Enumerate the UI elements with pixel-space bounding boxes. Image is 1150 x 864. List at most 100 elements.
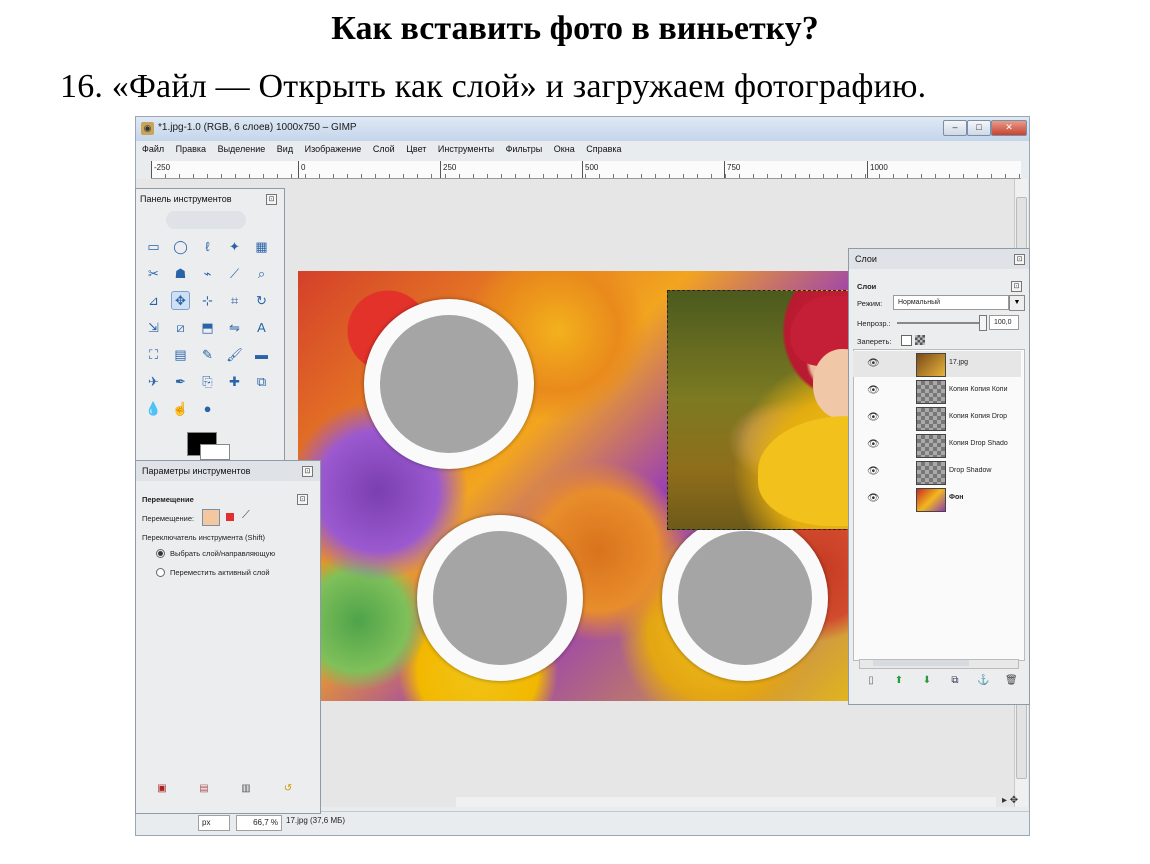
close-button[interactable]: ✕ — [991, 120, 1027, 136]
dodge-burn-icon[interactable]: ● — [198, 399, 217, 418]
toolbox-close-icon[interactable]: ⊡ — [266, 194, 277, 205]
color-picker-icon[interactable]: ⟋ — [225, 264, 244, 283]
menu-filters[interactable]: Фильтры — [506, 144, 543, 154]
layer-row[interactable]: 👁 Drop Shadow — [853, 459, 1021, 485]
unit-select[interactable]: px — [198, 815, 230, 831]
ellipse-select-icon[interactable]: ◯ — [171, 237, 190, 256]
rect-select-icon[interactable]: ▭ — [144, 237, 163, 256]
move-icon[interactable]: ✥ — [171, 291, 190, 310]
opacity-value-input[interactable]: 100,0 — [989, 315, 1019, 330]
opacity-slider-handle[interactable] — [979, 315, 987, 331]
bucket-fill-icon[interactable]: ⛶ — [144, 345, 163, 364]
horizontal-scrollbar[interactable] — [456, 797, 996, 807]
pencil-icon[interactable]: ✎ — [198, 345, 217, 364]
menu-file[interactable]: Файл — [142, 144, 164, 154]
mode-dropdown-icon[interactable]: ▼ — [1009, 295, 1025, 311]
raise-layer-icon[interactable]: ⬆ — [893, 675, 905, 687]
layers-menu-icon[interactable]: ⊡ — [1011, 281, 1022, 292]
blur-icon[interactable]: 💧 — [144, 399, 163, 418]
image-canvas[interactable] — [298, 271, 848, 701]
delete-layer-icon[interactable]: 🗑 — [1005, 675, 1018, 687]
align-icon[interactable]: ⊹ — [198, 291, 217, 310]
heal-icon[interactable]: ✚ — [225, 372, 244, 391]
menu-view[interactable]: Вид — [277, 144, 293, 154]
layer-row[interactable]: 👁 Копия Копия Копи — [853, 378, 1021, 404]
zoom-select[interactable]: 66,7 % — [236, 815, 282, 831]
airbrush-icon[interactable]: ✈ — [144, 372, 163, 391]
lasso-icon[interactable]: ℓ — [198, 237, 217, 256]
move-layer-icon[interactable] — [202, 509, 220, 526]
visibility-eye-icon[interactable]: 👁 — [867, 466, 880, 477]
menu-tools[interactable]: Инструменты — [438, 144, 494, 154]
paintbrush-icon[interactable]: 🖌 — [225, 345, 244, 364]
move-selection-icon[interactable] — [226, 513, 234, 521]
measure-icon[interactable]: ⊿ — [144, 291, 163, 310]
reset-options-icon[interactable]: ↺ — [282, 783, 294, 795]
ink-icon[interactable]: ✒ — [171, 372, 190, 391]
mode-select[interactable]: Нормальный — [893, 295, 1009, 310]
radio-move-active[interactable] — [156, 568, 165, 577]
lock-pixels-checkbox[interactable] — [901, 335, 912, 346]
shear-icon[interactable]: ⧄ — [171, 318, 190, 337]
layer-row[interactable]: 👁 Фон — [853, 486, 1021, 512]
crop-icon[interactable]: ⌗ — [225, 291, 244, 310]
menu-edit[interactable]: Правка — [176, 144, 206, 154]
visibility-eye-icon[interactable]: 👁 — [867, 385, 880, 396]
menu-windows[interactable]: Окна — [554, 144, 575, 154]
visibility-eye-icon[interactable]: 👁 — [867, 439, 880, 450]
ruler-tick — [440, 161, 441, 178]
lock-alpha-icon[interactable] — [915, 335, 925, 345]
fuzzy-select-icon[interactable]: ✦ — [225, 237, 244, 256]
delete-options-icon[interactable]: ▥ — [240, 783, 252, 795]
duplicate-layer-icon[interactable]: ⧉ — [949, 675, 961, 687]
menu-help[interactable]: Справка — [586, 144, 621, 154]
rotate-icon[interactable]: ↻ — [252, 291, 271, 310]
visibility-eye-icon[interactable]: 👁 — [867, 358, 880, 369]
text-icon[interactable]: A — [252, 318, 271, 337]
tool-options-close-icon[interactable]: ⊡ — [302, 466, 313, 477]
ruler-tick — [151, 161, 152, 178]
smudge-icon[interactable]: ☝ — [171, 399, 190, 418]
layers-hscroll-thumb[interactable] — [873, 660, 969, 666]
menu-color[interactable]: Цвет — [406, 144, 426, 154]
visibility-eye-icon[interactable]: 👁 — [867, 412, 880, 423]
eraser-icon[interactable]: ▬ — [252, 345, 271, 364]
perspective-icon[interactable]: ⬒ — [198, 318, 217, 337]
blend-icon[interactable]: ▤ — [171, 345, 190, 364]
girl-photo-layer[interactable] — [667, 290, 848, 530]
restore-options-icon[interactable]: ▤ — [198, 783, 210, 795]
save-options-icon[interactable]: ▣ — [156, 783, 168, 795]
menu-bar: Файл Правка Выделение Вид Изображение Сл… — [136, 144, 1029, 160]
anchor-layer-icon[interactable]: ⚓ — [977, 675, 989, 687]
opacity-slider-track[interactable] — [897, 322, 983, 324]
move-path-icon[interactable]: ⟋ — [242, 509, 250, 522]
lower-layer-icon[interactable]: ⬇ — [921, 675, 933, 687]
navigate-icon[interactable]: ▸ ✥ — [1002, 795, 1018, 806]
new-layer-icon[interactable]: ▯ — [865, 675, 877, 687]
ruler-label: 0 — [301, 163, 306, 172]
layer-row[interactable]: 👁 17.jpg — [853, 351, 1021, 377]
foreground-select-icon[interactable]: ☗ — [171, 264, 190, 283]
paths-icon[interactable]: ⌁ — [198, 264, 217, 283]
perspective-clone-icon[interactable]: ⧉ — [252, 372, 271, 391]
maximize-button[interactable]: □ — [967, 120, 991, 136]
color-select-icon[interactable]: ▦ — [252, 237, 271, 256]
flip-icon[interactable]: ⇋ — [225, 318, 244, 337]
minimize-button[interactable]: – — [943, 120, 967, 136]
menu-select[interactable]: Выделение — [218, 144, 266, 154]
menu-image[interactable]: Изображение — [305, 144, 362, 154]
menu-layer[interactable]: Слой — [373, 144, 395, 154]
layers-subtitle: Слои — [857, 282, 877, 291]
layer-name: Drop Shadow — [949, 467, 992, 474]
visibility-eye-icon[interactable]: 👁 — [867, 493, 880, 504]
scale-icon[interactable]: ⇲ — [144, 318, 163, 337]
zoom-icon[interactable]: ⌕ — [252, 264, 271, 283]
clone-icon[interactable]: ⎘ — [198, 372, 217, 391]
scissors-icon[interactable]: ✂ — [144, 264, 163, 283]
section-collapse-icon[interactable]: ⊡ — [297, 494, 308, 505]
background-color-swatch[interactable] — [200, 444, 230, 460]
layer-row[interactable]: 👁 Копия Копия Drop — [853, 405, 1021, 431]
layers-close-icon[interactable]: ⊡ — [1014, 254, 1025, 265]
layer-row[interactable]: 👁 Копия Drop Shado — [853, 432, 1021, 458]
radio-pick-layer[interactable] — [156, 549, 165, 558]
